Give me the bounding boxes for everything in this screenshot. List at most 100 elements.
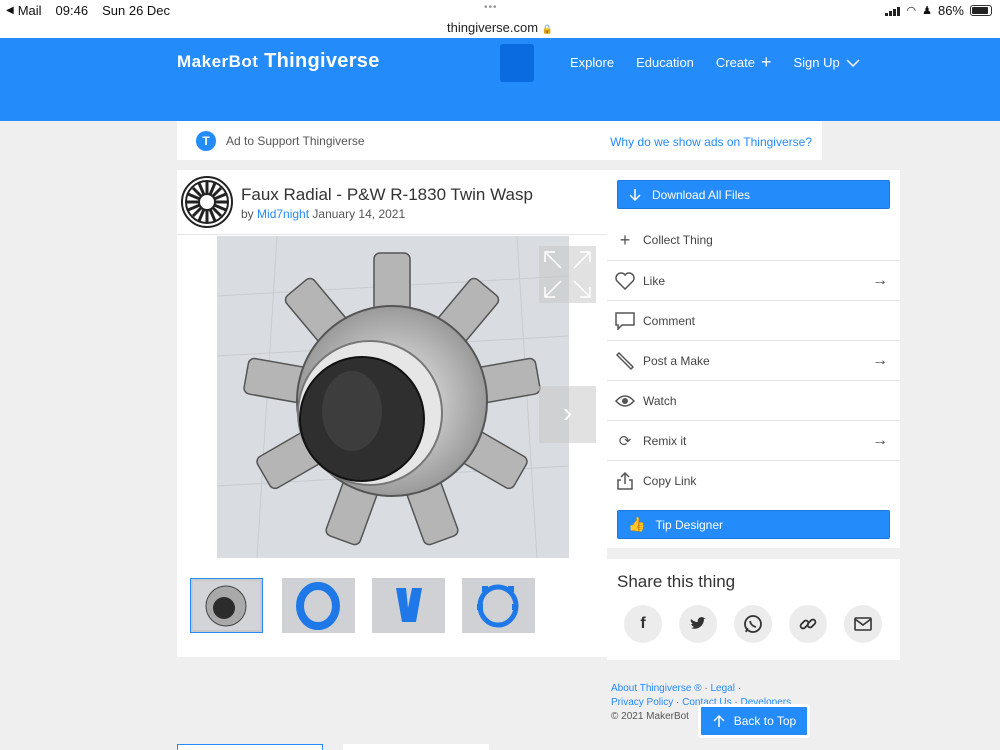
- plus-icon: +: [619, 229, 631, 250]
- twitter-icon: [690, 617, 706, 629]
- person-icon: ♟: [922, 5, 932, 17]
- email-share-button[interactable]: [844, 605, 882, 643]
- back-arrow-icon[interactable]: ◀: [6, 5, 14, 16]
- thumbnail-cowl-image: [462, 578, 535, 633]
- battery-icon: [970, 5, 992, 16]
- twitter-share-button[interactable]: [679, 605, 717, 643]
- wifi-icon: ◠: [906, 5, 917, 17]
- plus-icon: +: [760, 52, 772, 72]
- back-to-top-button[interactable]: Back to Top: [700, 706, 808, 736]
- thing-date: January 14, 2021: [312, 207, 406, 221]
- expand-viewer-button[interactable]: [539, 246, 596, 303]
- status-date: Sun 26 Dec: [102, 3, 171, 18]
- facebook-share-button[interactable]: f: [624, 605, 662, 643]
- tip-label: Tip Designer: [655, 517, 724, 532]
- action-remix-label: Remix it: [643, 433, 687, 448]
- radial-engine-image: [217, 236, 569, 558]
- thumbnail-3[interactable]: [372, 578, 445, 633]
- download-arrow-icon: [629, 188, 641, 201]
- action-watch-label: Watch: [643, 393, 677, 408]
- status-bar: ◀ Mail 09:46 Sun 26 Dec ••• thingiverse.…: [0, 0, 1000, 38]
- nav-create-label: Create: [715, 55, 755, 70]
- nav-explore[interactable]: Explore: [570, 55, 614, 70]
- back-to-top-label: Back to Top: [733, 714, 797, 728]
- by-label: by: [241, 207, 254, 221]
- nav-signup[interactable]: Sign Up: [793, 55, 860, 70]
- action-like[interactable]: Like →: [607, 260, 900, 300]
- nav-create[interactable]: Create +: [715, 52, 772, 72]
- main-nav: Explore Education Create + Sign Up: [570, 52, 860, 72]
- arrow-up-icon: [713, 714, 725, 727]
- action-comment[interactable]: Comment: [607, 300, 900, 340]
- thing-title: Faux Radial - P&W R-1830 Twin Wasp: [241, 185, 533, 204]
- whatsapp-icon: [744, 615, 762, 633]
- link-icon: [799, 618, 817, 630]
- thumbnail-4[interactable]: [462, 578, 535, 633]
- share-title: Share this thing: [617, 572, 736, 591]
- footer-legal-link[interactable]: Legal: [710, 683, 734, 694]
- bottom-button-partial-1[interactable]: [177, 744, 323, 750]
- card-divider: [177, 234, 607, 235]
- brush-icon: [615, 351, 635, 371]
- footer-separator: ·: [737, 683, 742, 694]
- comment-icon: [615, 311, 635, 331]
- footer-about-link[interactable]: About Thingiverse ®: [611, 683, 702, 694]
- search-button[interactable]: [500, 44, 534, 82]
- action-copy-link[interactable]: Copy Link: [607, 460, 900, 500]
- share-icon: [615, 471, 635, 491]
- share-panel: Share this thing f: [607, 559, 900, 660]
- multitask-dots-icon[interactable]: •••: [484, 2, 498, 13]
- action-panel: Download All Files + Collect Thing Like …: [607, 170, 900, 548]
- signal-icon: [885, 6, 901, 16]
- thumbnail-ring-image: [282, 578, 355, 633]
- ad-why-link[interactable]: Why do we show ads on Thingiverse?: [610, 135, 812, 149]
- bottom-button-partial-2[interactable]: [343, 744, 489, 750]
- nav-signup-label: Sign Up: [793, 55, 840, 70]
- arrow-right-icon: →: [872, 352, 888, 369]
- back-app-label[interactable]: Mail: [18, 3, 42, 18]
- eye-icon: [615, 391, 635, 411]
- logo-makerbot: MakerBot: [177, 52, 259, 71]
- thumbs-up-icon: 👍: [628, 516, 646, 532]
- download-label: Download All Files: [652, 187, 751, 202]
- nav-education[interactable]: Education: [636, 55, 694, 70]
- arrow-right-icon: →: [872, 272, 888, 289]
- action-remix[interactable]: ⟳ Remix it →: [607, 420, 900, 460]
- site-logo[interactable]: MakerBot Thingiverse: [177, 50, 380, 73]
- tip-designer-button[interactable]: 👍 Tip Designer: [617, 510, 890, 539]
- thumbnail-part-image: [372, 578, 445, 633]
- action-post-make-label: Post a Make: [643, 353, 710, 368]
- logo-thingiverse: Thingiverse: [264, 50, 380, 72]
- lock-icon: 🔒: [541, 24, 553, 34]
- site-header: MakerBot Thingiverse Explore Education C…: [0, 38, 1000, 121]
- thing-card: Faux Radial - P&W R-1830 Twin Wasp by Mi…: [177, 170, 607, 657]
- url-text: thingiverse.com: [447, 20, 539, 35]
- action-copy-link-label: Copy Link: [643, 473, 697, 488]
- thumbnail-engine-image: [193, 581, 260, 630]
- copy-link-share-button[interactable]: [789, 605, 827, 643]
- download-all-button[interactable]: Download All Files: [617, 180, 890, 209]
- arrow-right-icon: →: [872, 432, 888, 449]
- next-image-button[interactable]: ›: [539, 386, 596, 443]
- address-bar[interactable]: thingiverse.com 🔒: [0, 20, 1000, 35]
- mail-icon: [854, 617, 872, 631]
- status-time: 09:46: [55, 3, 89, 18]
- action-collect[interactable]: + Collect Thing: [607, 220, 900, 260]
- action-comment-label: Comment: [643, 313, 696, 328]
- action-like-label: Like: [643, 273, 666, 288]
- footer-privacy-link[interactable]: Privacy Policy: [611, 697, 673, 708]
- whatsapp-share-button[interactable]: [734, 605, 772, 643]
- action-collect-label: Collect Thing: [643, 233, 713, 247]
- thumbnail-2[interactable]: [282, 578, 355, 633]
- chevron-down-icon: [846, 58, 860, 67]
- model-image-viewer[interactable]: [217, 236, 569, 558]
- author-avatar[interactable]: [181, 176, 233, 228]
- heart-icon: [615, 271, 635, 291]
- thumbnail-1[interactable]: [190, 578, 263, 633]
- action-watch[interactable]: Watch: [607, 380, 900, 420]
- author-link[interactable]: Mid7night: [257, 207, 309, 221]
- remix-icon: ⟳: [618, 432, 632, 450]
- action-post-make[interactable]: Post a Make →: [607, 340, 900, 380]
- ad-bar: T Ad to Support Thingiverse Why do we sh…: [177, 121, 822, 160]
- expand-icon: [544, 251, 591, 298]
